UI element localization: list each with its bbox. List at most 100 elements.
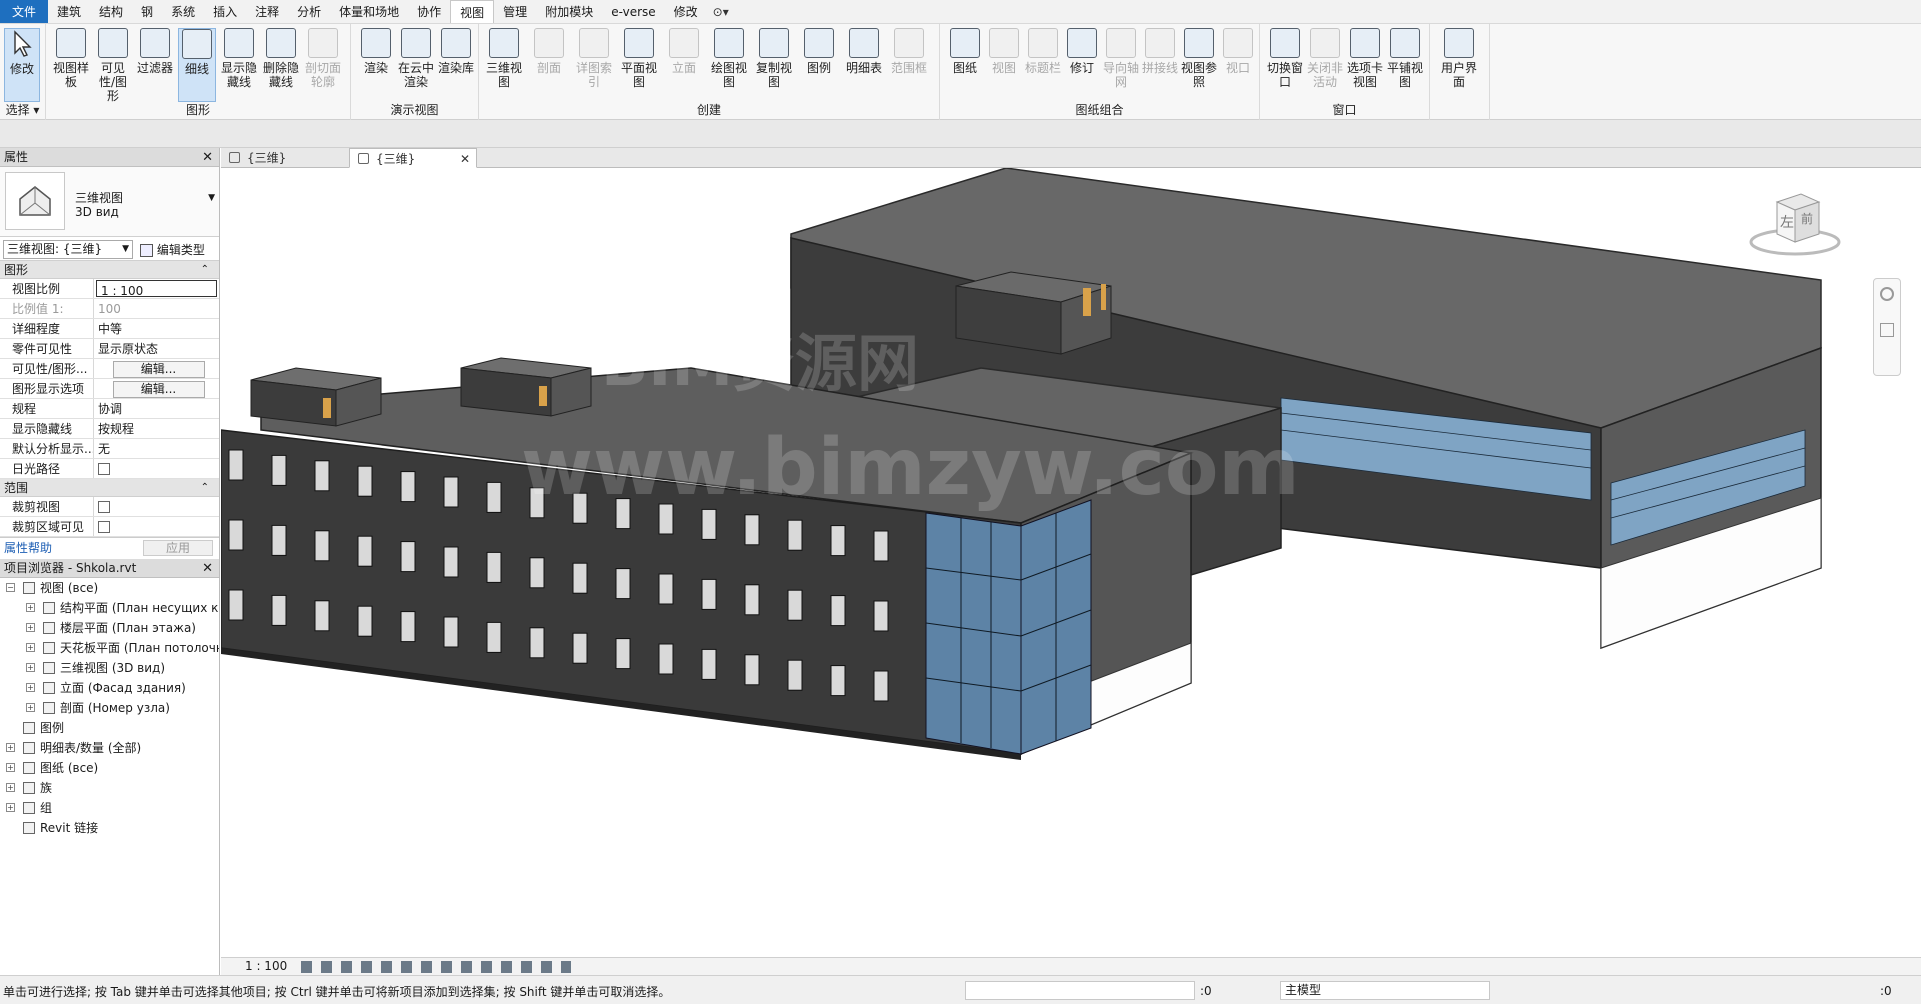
ribbon-button[interactable]: 渲染库 [437,28,475,75]
ribbon-button[interactable]: 平面视图 [620,28,658,89]
property-value[interactable] [94,497,219,516]
ribbon-button[interactable]: 选项卡视图 [1346,28,1384,89]
expand-icon[interactable]: + [26,663,35,672]
graphics-group-header[interactable]: 图形 ⌃ [0,261,219,279]
ribbon-button[interactable]: 可见性/图形 [94,28,132,103]
menu-tab[interactable]: 钢 [132,0,162,23]
expand-icon[interactable]: + [6,783,15,792]
edit-type-button[interactable]: 编辑类型 [140,241,205,258]
expand-icon[interactable]: + [26,643,35,652]
expand-icon[interactable]: + [26,683,35,692]
ribbon-button[interactable]: 立面 [665,28,703,75]
ribbon-button[interactable]: 拼接线 [1141,28,1179,75]
expand-icon[interactable]: + [6,743,15,752]
steering-wheel-icon[interactable] [1880,287,1894,301]
property-value[interactable]: 1 : 100 [96,280,217,297]
property-value[interactable]: 按规程 [94,419,219,438]
expand-icon[interactable]: + [26,603,35,612]
menu-tab[interactable]: 体量和场地 [330,0,408,23]
ribbon-button[interactable]: 渲染 [357,28,395,75]
ribbon-button[interactable]: 明细表 [845,28,883,75]
browser-item[interactable]: + 天花板平面 (План потолочно [0,638,219,658]
ribbon-button[interactable]: 绘图视图 [710,28,748,89]
property-value[interactable]: 显示原状态 [94,339,219,358]
ribbon-button[interactable]: 剖面 [530,28,568,75]
browser-item[interactable]: + 族 [0,778,219,798]
select-dropdown[interactable]: 选择 ▾ [0,101,45,118]
ribbon-button[interactable]: 详图索引 [575,28,613,89]
browser-item[interactable]: + 三维视图 (3D вид) [0,658,219,678]
menu-tab[interactable]: 注释 [246,0,288,23]
workset-selector[interactable] [965,981,1195,1000]
type-selector[interactable]: 三维视图 3D вид ▼ [0,167,219,237]
property-value[interactable]: 中等 [94,319,219,338]
browser-item[interactable]: + 图纸 (все) [0,758,219,778]
ribbon-button[interactable]: 剖切面轮廓 [304,28,342,89]
browser-item[interactable]: 图例 [0,718,219,738]
browser-item[interactable]: + 立面 (Фасад здания) [0,678,219,698]
property-value[interactable]: 协调 [94,399,219,418]
property-value[interactable] [94,517,219,536]
expand-icon[interactable]: − [6,583,15,592]
ribbon-button[interactable]: 复制视图 [755,28,793,89]
view-scale[interactable]: 1 : 100 [245,959,287,973]
browser-item[interactable]: Revit 链接 [0,818,219,838]
view-controls-icons[interactable] [301,961,571,973]
menu-extra-dropdown[interactable]: ⊙▾ [707,0,735,23]
expand-icon[interactable]: + [6,763,15,772]
menu-tab[interactable]: 建筑 [48,0,90,23]
ribbon-button[interactable]: 修订 [1063,28,1101,75]
close-icon[interactable]: ✕ [202,148,213,167]
menu-tab[interactable]: e-verse [602,0,664,23]
3d-viewport[interactable]: BIM资源网 www.bimzyw.com 左 前 [221,168,1921,975]
menu-tab[interactable]: 结构 [90,0,132,23]
ribbon-button[interactable]: 标题栏 [1024,28,1062,75]
view-tab-active[interactable]: {三维} ✕ [349,148,477,168]
browser-item[interactable]: + 剖面 (Номер узла) [0,698,219,718]
user-interface-button[interactable]: 用户界面 [1440,28,1478,89]
browser-item[interactable]: − 视图 (все) [0,578,219,598]
ribbon-button[interactable]: 图纸 [946,28,984,75]
view-dropdown[interactable]: 三维视图: {三维} ▼ [3,240,133,259]
expand-icon[interactable]: + [26,703,35,712]
ribbon-button[interactable]: 视图样板 [52,28,90,89]
ribbon-button[interactable]: 在云中渲染 [397,28,435,89]
checkbox[interactable] [98,500,110,513]
menu-tab[interactable]: 管理 [494,0,536,23]
apply-button[interactable]: 应用 [143,540,213,556]
browser-item[interactable]: + 楼层平面 (План этажа) [0,618,219,638]
ribbon-button[interactable]: 视图 [985,28,1023,75]
menu-tab[interactable]: 文件 [0,0,49,23]
ribbon-button[interactable]: 删除隐藏线 [262,28,300,89]
checkbox[interactable] [98,462,110,475]
property-value[interactable]: 无 [94,439,219,458]
view-tab[interactable]: {三维} [221,148,349,168]
ribbon-button[interactable]: 视图参照 [1180,28,1218,89]
viewcube-left-face[interactable]: 左 [1780,212,1794,232]
design-option-selector[interactable]: 主模型 [1280,981,1490,1000]
extent-group-header[interactable]: 范围 ⌃ [0,479,219,497]
ribbon-button[interactable]: 三维视图 [485,28,523,89]
ribbon-button[interactable]: 过滤器 [136,28,174,75]
checkbox[interactable] [98,520,110,533]
viewcube-front-face[interactable]: 前 [1801,210,1813,227]
browser-item[interactable]: + 明细表/数量 (全部) [0,738,219,758]
close-tab-icon[interactable]: ✕ [460,149,470,169]
ribbon-button[interactable]: 细线 [178,28,216,102]
navigation-bar[interactable] [1873,278,1901,376]
ribbon-button[interactable]: 视口 [1219,28,1257,75]
ribbon-button[interactable]: 导向轴网 [1102,28,1140,89]
ribbon-button[interactable]: 切换窗口 [1266,28,1304,89]
expand-icon[interactable]: + [26,623,35,632]
expand-icon[interactable]: + [6,803,15,812]
browser-item[interactable]: + 结构平面 (План несущих кон [0,598,219,618]
ribbon-button[interactable]: 图例 [800,28,838,75]
menu-tab[interactable]: 分析 [288,0,330,23]
menu-tab[interactable]: 插入 [204,0,246,23]
zoom-icon[interactable] [1880,323,1894,337]
ribbon-button[interactable]: 平铺视图 [1386,28,1424,89]
menu-tab[interactable]: 附加模块 [536,0,602,23]
ribbon-button[interactable]: 范围框 [890,28,928,75]
browser-item[interactable]: + 组 [0,798,219,818]
menu-tab[interactable]: 视图 [450,0,495,23]
